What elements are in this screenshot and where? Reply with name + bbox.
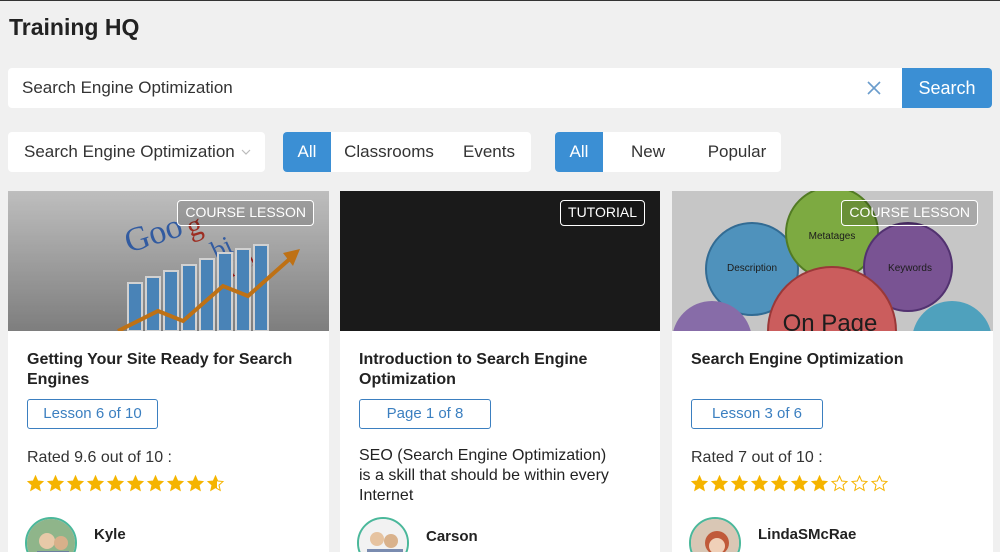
progress-chip[interactable]: Lesson 6 of 10 — [27, 399, 158, 429]
card-thumbnail[interactable]: Metatages Description Keywords On Page C… — [672, 191, 993, 331]
star-filled-icon — [107, 475, 124, 492]
star-filled-icon — [751, 475, 768, 492]
rating-text: Rated 9.6 out of 10 : — [27, 449, 172, 466]
star-empty-icon — [851, 475, 868, 492]
card-description: SEO (Search Engine Optimization) is a sk… — [359, 447, 609, 504]
star-filled-icon — [127, 475, 144, 492]
tab-sort-all[interactable]: All — [555, 132, 603, 172]
card-thumbnail[interactable]: Goo g bi Yah COURSE LESSON — [8, 191, 329, 331]
topic-dropdown[interactable]: Search Engine Optimization — [8, 132, 265, 172]
search-button[interactable]: Search — [902, 68, 992, 108]
star-filled-icon — [691, 475, 708, 492]
author-photo — [359, 519, 407, 552]
star-filled-icon — [147, 475, 164, 492]
content-type-badge: TUTORIAL — [560, 200, 645, 226]
author-name[interactable]: Kyle — [94, 526, 126, 543]
star-half-icon — [207, 475, 224, 492]
star-filled-icon — [731, 475, 748, 492]
tab-sort-popular[interactable]: Popular — [693, 132, 781, 172]
star-filled-icon — [87, 475, 104, 492]
star-filled-icon — [811, 475, 828, 492]
content-type-badge: COURSE LESSON — [841, 200, 978, 226]
star-empty-icon — [831, 475, 848, 492]
progress-chip[interactable]: Page 1 of 8 — [359, 399, 491, 429]
avatar[interactable] — [357, 517, 409, 552]
progress-chip[interactable]: Lesson 3 of 6 — [691, 399, 823, 429]
rating-text: Rated 7 out of 10 : — [691, 449, 823, 466]
author-photo — [27, 519, 75, 552]
app-title: Training HQ — [9, 14, 140, 40]
star-filled-icon — [711, 475, 728, 492]
tab-scope-classrooms[interactable]: Classrooms — [331, 132, 447, 172]
star-filled-icon — [771, 475, 788, 492]
star-filled-icon — [67, 475, 84, 492]
sort-filter-tabs: All New Popular — [555, 132, 781, 172]
search-bar — [8, 68, 903, 108]
avatar[interactable] — [689, 517, 741, 552]
search-input[interactable] — [22, 68, 842, 108]
star-filled-icon — [791, 475, 808, 492]
star-filled-icon — [187, 475, 204, 492]
star-rating — [27, 475, 224, 492]
star-rating — [691, 475, 888, 492]
card-thumbnail[interactable]: TUTORIAL — [340, 191, 660, 331]
tab-scope-events[interactable]: Events — [447, 132, 531, 172]
card-title[interactable]: Search Engine Optimization — [691, 350, 981, 370]
star-empty-icon — [871, 475, 888, 492]
author-photo — [691, 519, 739, 552]
tab-sort-new[interactable]: New — [603, 132, 693, 172]
scope-filter-tabs: All Classrooms Events — [283, 132, 531, 172]
star-filled-icon — [27, 475, 44, 492]
course-card[interactable]: Metatages Description Keywords On Page C… — [672, 191, 993, 552]
star-filled-icon — [167, 475, 184, 492]
author-name[interactable]: Carson — [426, 528, 478, 545]
tab-scope-all[interactable]: All — [283, 132, 331, 172]
content-type-badge: COURSE LESSON — [177, 200, 314, 226]
topic-dropdown-value: Search Engine Optimization — [24, 142, 235, 161]
chevron-down-icon — [241, 149, 251, 155]
card-title[interactable]: Getting Your Site Ready for Search Engin… — [27, 350, 317, 390]
clear-icon[interactable] — [865, 79, 883, 97]
course-card[interactable]: TUTORIAL Introduction to Search Engine O… — [340, 191, 660, 552]
course-card[interactable]: Goo g bi Yah COURSE LESSON Getting Your … — [8, 191, 329, 552]
card-title[interactable]: Introduction to Search Engine Optimizati… — [359, 350, 649, 390]
avatar[interactable] — [25, 517, 77, 552]
star-filled-icon — [47, 475, 64, 492]
author-name[interactable]: LindaSMcRae — [758, 526, 856, 543]
